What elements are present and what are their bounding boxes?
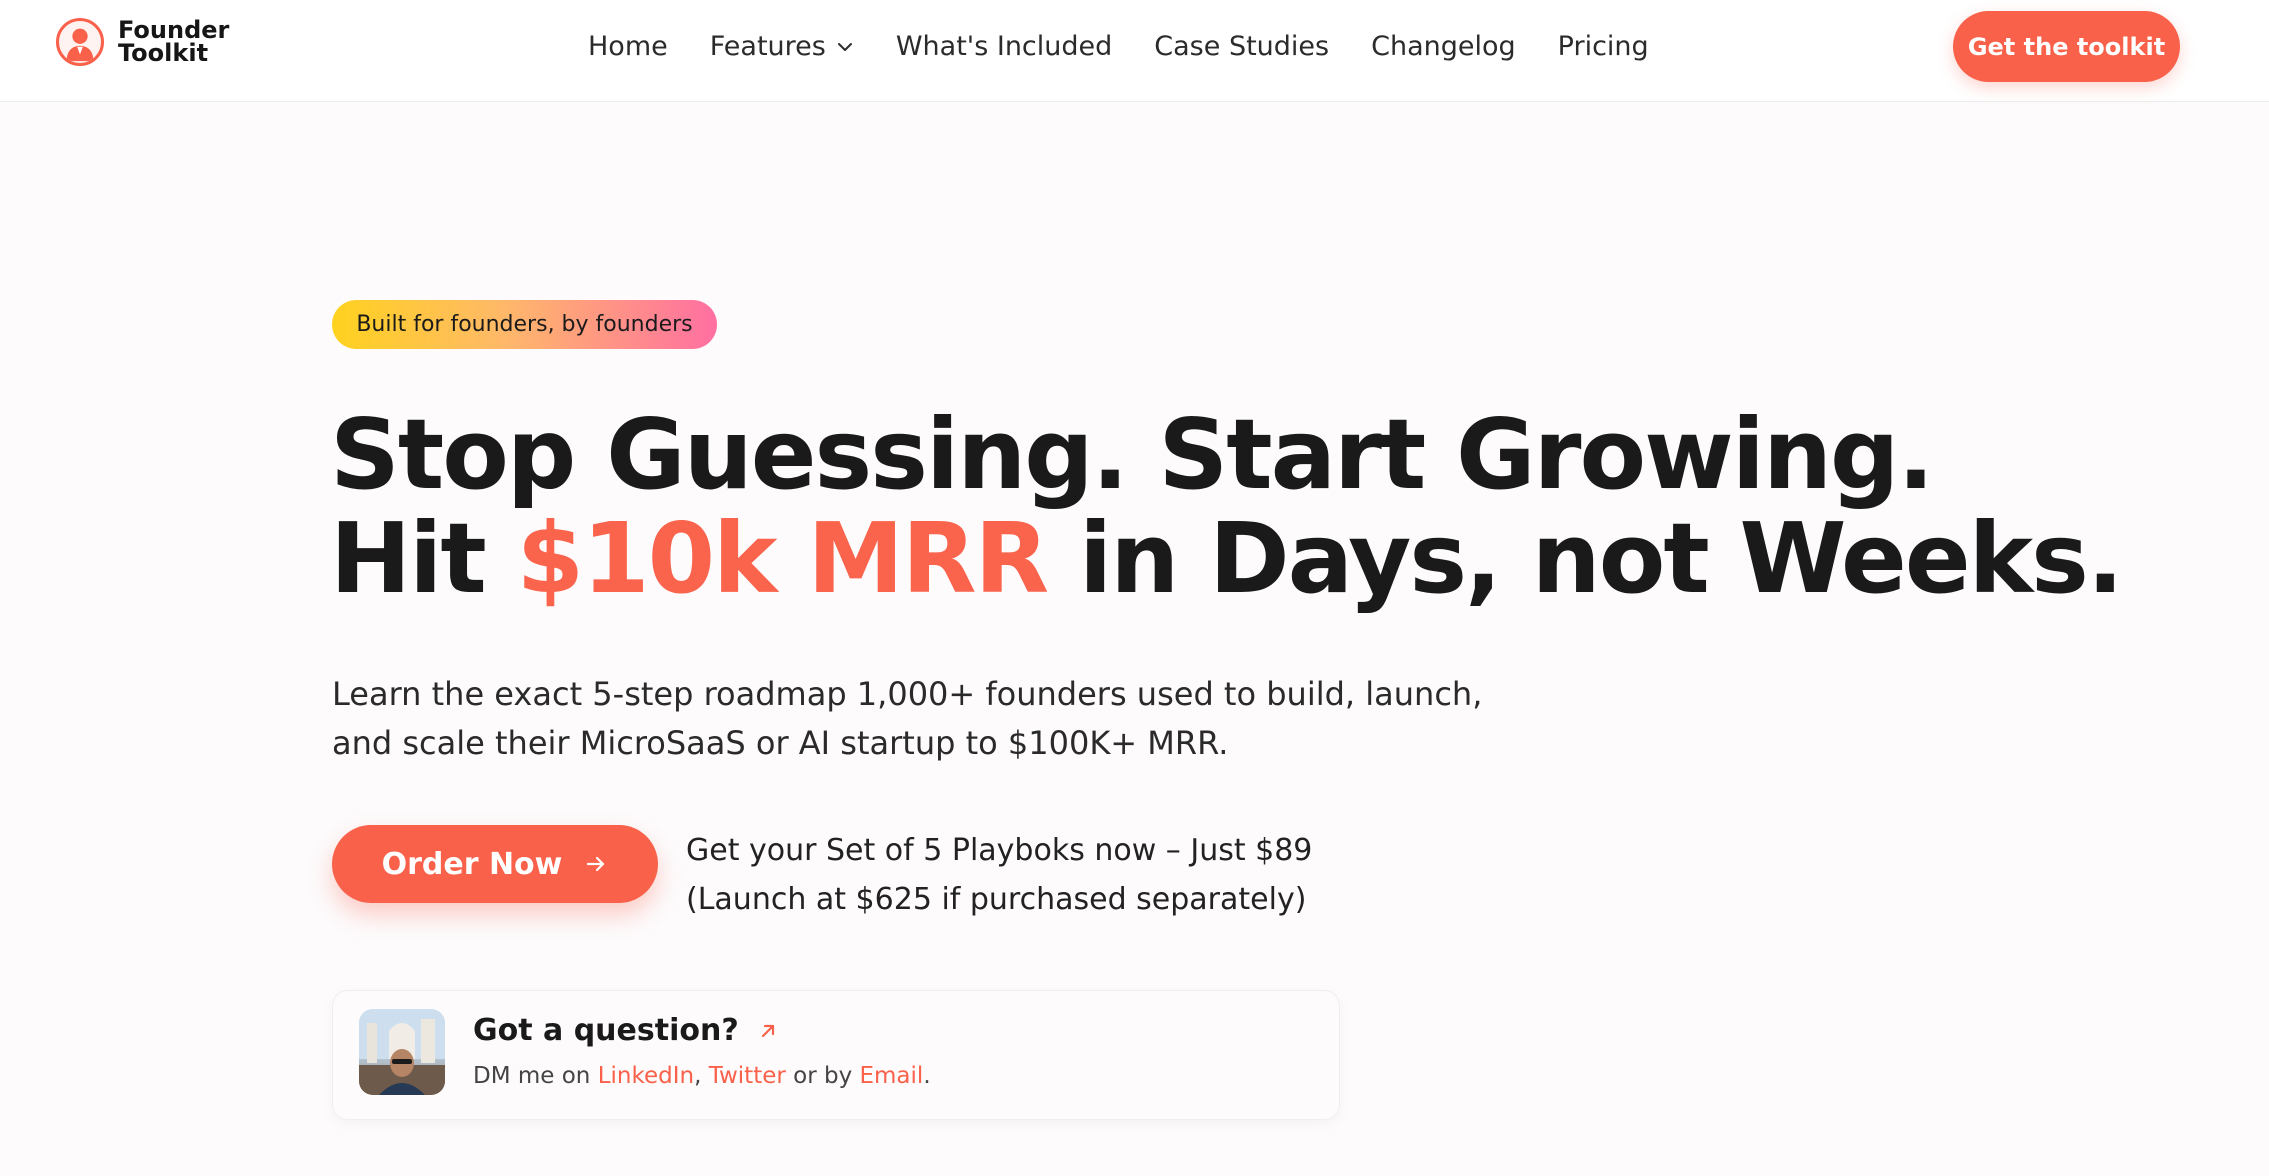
nav-item-changelog[interactable]: Changelog [1371,28,1516,66]
main-nav: Home Features What's Included Case Studi… [588,28,1649,66]
contact-prefix: DM me on [473,1063,598,1089]
offer-line-1: Get your Set of 5 Playboks now – Just $8… [686,833,1313,868]
nav-item-label: Changelog [1371,31,1516,62]
nav-item-whats-included[interactable]: What's Included [896,28,1112,66]
question-card: Got a question? DM me on LinkedIn, Twitt… [332,990,1340,1120]
linkedin-link[interactable]: LinkedIn [598,1063,694,1089]
headline-line-1: Stop Guessing. Start Growing. [330,398,1934,511]
hero-headline: Stop Guessing. Start Growing. Hit $10k M… [330,403,2124,611]
nav-item-label: What's Included [895,31,1113,62]
hero-badge: Built for founders, by founders [332,300,717,349]
founder-photo-avatar [359,1009,445,1095]
offer-line-2: (Launch at $625 if purchased separately) [686,882,1307,917]
contact-line: DM me on LinkedIn, Twitter or by Email. [473,1063,931,1089]
nav-item-label: Home [588,31,668,62]
headline-line-2-post: in Days, not Weeks. [1047,502,2124,615]
order-now-label: Order Now [381,846,563,882]
hero-subtext: Learn the exact 5-step roadmap 1,000+ fo… [332,675,1483,762]
brand-logo[interactable]: Founder Toolkit [56,18,230,66]
order-now-button[interactable]: Order Now [332,825,658,903]
nav-item-label: Features [709,31,826,62]
get-toolkit-button[interactable]: Get the toolkit [1953,11,2180,82]
twitter-link[interactable]: Twitter [709,1063,786,1089]
nav-item-case-studies[interactable]: Case Studies [1154,28,1329,66]
nav-item-label: Case Studies [1154,31,1330,62]
founder-avatar-icon [56,18,104,66]
offer-text: Get your Set of 5 Playboks now – Just $8… [686,826,1312,924]
headline-line-2-pre: Hit [330,502,517,615]
email-link[interactable]: Email [860,1063,924,1089]
contact-separator: , [694,1063,709,1089]
nav-item-home[interactable]: Home [588,28,668,66]
chevron-down-icon [837,43,852,51]
brand-name-line2: Toolkit [118,39,209,67]
arrow-right-icon [587,856,605,872]
nav-item-features[interactable]: Features [710,28,854,66]
arrow-up-right-icon [761,1024,774,1037]
headline-accent: $10k MRR [516,502,1050,615]
contact-suffix: . [923,1063,931,1089]
nav-item-pricing[interactable]: Pricing [1558,28,1649,66]
brand-name: Founder Toolkit [118,18,230,67]
question-title-text: Got a question? [473,1013,739,1048]
site-header: Founder Toolkit Home Features What's Inc… [0,0,2269,102]
nav-item-label: Pricing [1557,31,1649,62]
contact-separator: or by [785,1063,860,1089]
question-title[interactable]: Got a question? [473,1013,779,1048]
